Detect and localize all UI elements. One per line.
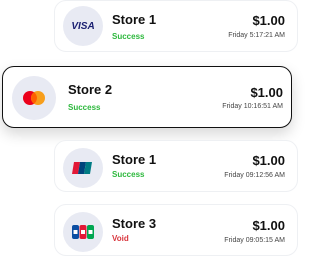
status-label: Success (112, 170, 145, 179)
store-name: Store 3 (112, 216, 157, 231)
status-label: Success (112, 32, 145, 41)
amount: $1.00 (252, 13, 285, 28)
timestamp: Friday 10:16:51 AM (222, 103, 283, 110)
unionpay-icon (72, 162, 92, 174)
visa-icon: VISA (71, 20, 95, 32)
transaction-card-selected[interactable]: Store 2 Success $1.00 Friday 10:16:51 AM (2, 66, 292, 128)
transaction-card[interactable]: Store 1 Success $1.00 Friday 09:12:56 AM (54, 140, 298, 192)
status-label: Success (68, 103, 101, 112)
timestamp: Friday 5:17:21 AM (228, 32, 285, 39)
mastercard-icon (23, 91, 45, 105)
timestamp: Friday 09:12:56 AM (224, 172, 285, 179)
store-name: Store 1 (112, 152, 157, 167)
transaction-card[interactable]: VISA Store 1 Success $1.00 Friday 5:17:2… (54, 0, 298, 52)
store-name: Store 1 (112, 12, 157, 27)
amount: $1.00 (250, 85, 283, 100)
store-name: Store 2 (68, 82, 113, 97)
card-logo-badge (12, 76, 56, 120)
card-logo-badge: VISA (63, 6, 103, 46)
status-label: Void (112, 234, 129, 243)
card-logo-badge (63, 148, 103, 188)
amount: $1.00 (252, 153, 285, 168)
timestamp: Friday 09:05:15 AM (224, 237, 285, 244)
transaction-card[interactable]: Store 3 Void $1.00 Friday 09:05:15 AM (54, 204, 298, 256)
jcb-icon (72, 225, 94, 239)
card-logo-badge (63, 212, 103, 252)
amount: $1.00 (252, 218, 285, 233)
